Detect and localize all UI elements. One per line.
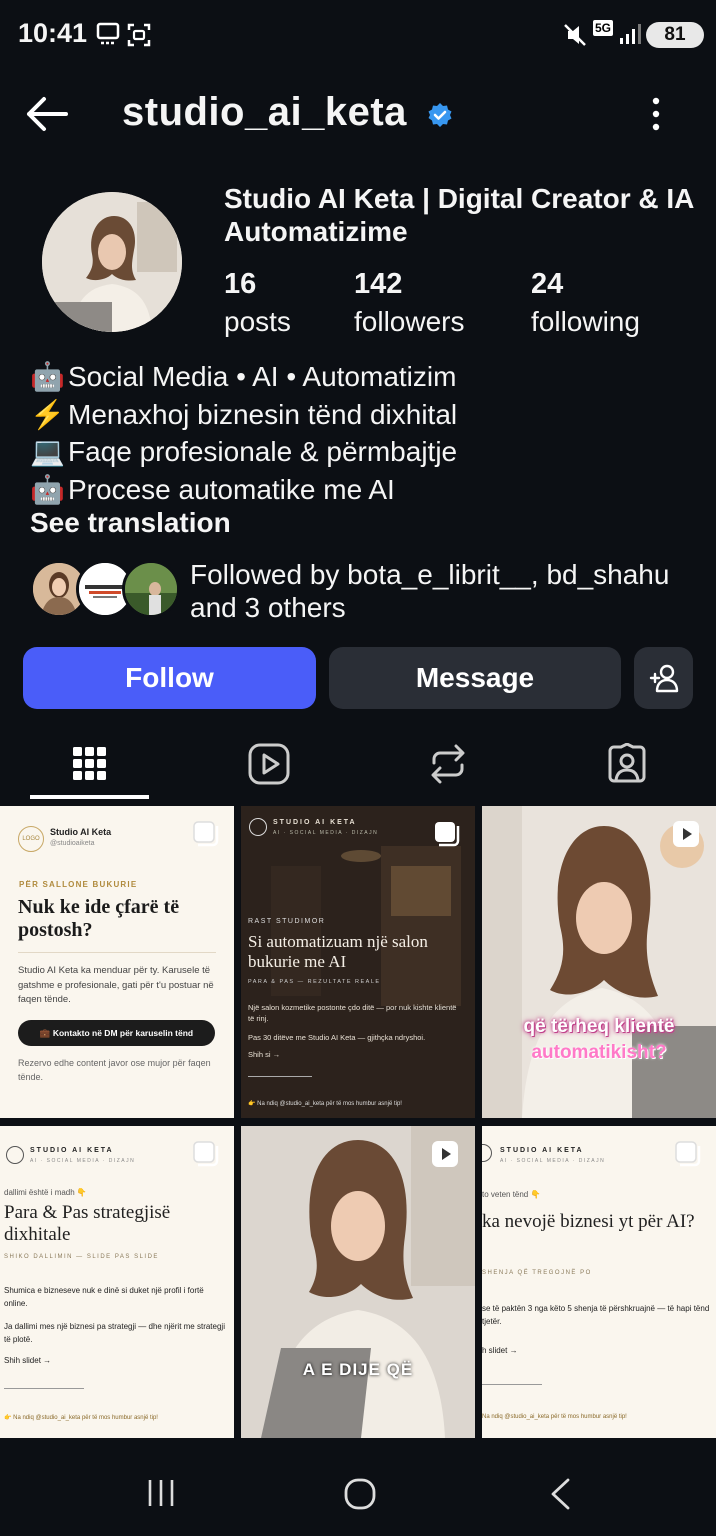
post-thumbnail[interactable]: STUDIO AI KETA AI · SOCIAL MEDIA · DIZAJ…	[482, 1126, 716, 1438]
profile-display-name: Studio AI Keta | Digital Creator & IA Au…	[224, 183, 694, 247]
reel-icon	[673, 821, 699, 847]
system-back-icon[interactable]	[548, 1478, 572, 1510]
bio-line: 💻 Faqe profesionale & përmbajtje	[30, 433, 690, 471]
robot-emoji: 🤖	[30, 473, 65, 505]
mutual-follower-avatar	[122, 560, 180, 618]
carousel-icon	[193, 1141, 219, 1167]
reels-icon	[248, 743, 289, 785]
active-tab-indicator	[30, 795, 149, 799]
profile-bio: 🤖 Social Media • AI • Automatizim ⚡ Menaxh…	[30, 358, 690, 508]
followed-by-text[interactable]: Followed by bota_e_librit__, bd_shahu an…	[190, 558, 690, 624]
profile-tabs	[0, 728, 716, 800]
posts-count[interactable]: 16 posts	[224, 268, 291, 344]
video-caption: automatikisht?	[531, 1042, 667, 1063]
post-thumbnail[interactable]: STUDIO AI KETA AI · SOCIAL MEDIA · DIZAJ…	[0, 1126, 234, 1438]
see-translation-link[interactable]: See translation	[30, 507, 231, 539]
following-count[interactable]: 24 following	[531, 268, 640, 344]
mute-icon	[564, 24, 586, 46]
video-caption: që tërheq klientë	[523, 1016, 675, 1037]
repost-icon	[431, 744, 464, 784]
video-caption: A E DIJE QË	[302, 1360, 414, 1379]
more-options-icon[interactable]	[646, 96, 666, 132]
robot-emoji: 🤖	[30, 361, 65, 392]
status-bar: 10:41 5G 81	[0, 0, 716, 70]
post-thumbnail[interactable]: STUDIO AI KETA AI · SOCIAL MEDIA · DIZAJ…	[241, 806, 475, 1118]
add-person-icon	[649, 664, 678, 693]
post-thumbnail[interactable]: A E DIJE QË	[241, 1126, 475, 1438]
post-thumbnail[interactable]: LOGO Studio AI Keta @studioaiketa PËR SA…	[0, 806, 234, 1118]
post-thumbnail[interactable]: që tërheq klientë automatikisht?	[482, 806, 716, 1118]
lightning-emoji: ⚡	[30, 398, 65, 430]
laptop-emoji: 💻	[30, 436, 65, 467]
clock: 10:41	[18, 18, 88, 48]
download-icon	[96, 22, 120, 45]
bio-line: 🤖 Procese automatike me AI	[30, 471, 690, 509]
bio-line: ⚡ Menaxhoj biznesin tënd dixhital	[30, 396, 690, 434]
tagged-person-icon	[608, 743, 645, 783]
profile-avatar[interactable]	[42, 192, 182, 332]
bio-line: 🤖 Social Media • AI • Automatizim	[30, 358, 690, 396]
tab-reposts[interactable]	[358, 728, 537, 800]
battery-indicator: 81	[646, 22, 704, 48]
follow-button[interactable]: Follow	[23, 647, 316, 709]
signal-icon	[620, 24, 641, 44]
back-arrow-icon[interactable]	[24, 96, 68, 132]
verified-badge-icon	[428, 103, 452, 127]
recent-apps-icon[interactable]	[146, 1478, 176, 1508]
home-icon[interactable]	[343, 1477, 377, 1511]
reel-icon	[432, 1141, 458, 1167]
carousel-icon	[675, 1141, 701, 1167]
mutual-followers-avatars[interactable]	[30, 560, 180, 618]
followers-count[interactable]: 142 followers	[354, 268, 464, 344]
posts-grid: LOGO Studio AI Keta @studioaiketa PËR SA…	[0, 806, 716, 1446]
carousel-icon	[193, 821, 219, 847]
screenshot-icon	[127, 23, 151, 47]
tab-tagged[interactable]	[537, 728, 716, 800]
logo-badge: LOGO	[18, 826, 44, 852]
grid-icon	[72, 747, 106, 780]
tab-posts-grid[interactable]	[0, 728, 179, 800]
tab-reels[interactable]	[179, 728, 358, 800]
profile-username: studio_ai_keta	[122, 90, 407, 134]
message-button[interactable]: Message	[329, 647, 621, 709]
suggested-users-button[interactable]	[634, 647, 693, 709]
system-navigation-bar	[0, 1446, 716, 1536]
network-type: 5G	[593, 20, 614, 36]
carousel-icon	[435, 822, 460, 847]
